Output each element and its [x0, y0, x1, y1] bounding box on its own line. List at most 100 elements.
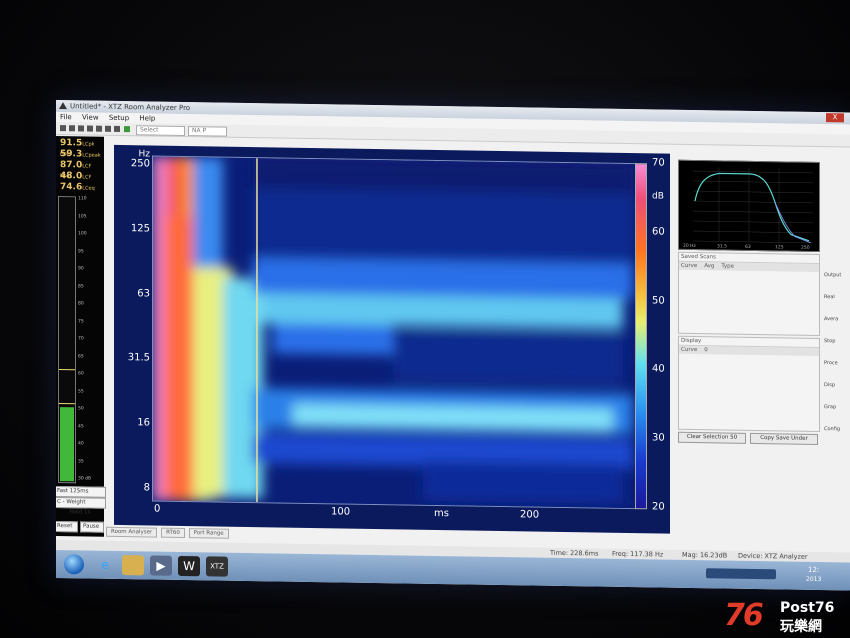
- spl-value: 74.6LCeq: [60, 182, 95, 193]
- save-icon[interactable]: [78, 125, 84, 132]
- meter-tick-label: 105: [78, 213, 87, 219]
- bottom-tabs: Room Analyser RT60 Port Range: [106, 526, 326, 540]
- colorbar-tick-label: 40: [652, 363, 665, 375]
- meter-tick-label: 90: [78, 266, 84, 272]
- y-tick-label: 31.5: [127, 352, 150, 364]
- saved-scans-list[interactable]: Saved Scans Curve Avg Type: [678, 251, 820, 337]
- spl-meter-fill: [60, 407, 74, 482]
- print-icon[interactable]: [87, 125, 93, 132]
- hold-label: Hold 1s: [69, 509, 91, 516]
- colorbar-tick-label: 50: [652, 294, 665, 307]
- meter-tick-label: 45: [78, 423, 84, 429]
- menu-setup[interactable]: Setup: [109, 114, 129, 122]
- start-button[interactable]: [64, 554, 84, 575]
- side-control-label[interactable]: Output: [824, 272, 841, 278]
- colorbar-tick-label: 70: [652, 157, 665, 169]
- status-mag: Mag: 16.23dB: [682, 550, 728, 560]
- watermark-chinese: 玩樂網: [780, 619, 822, 635]
- reset-button[interactable]: Reset: [56, 520, 78, 533]
- meter-tick-label: 65: [78, 353, 84, 359]
- xtz-taskbar-icon[interactable]: XTZ: [206, 556, 228, 577]
- copy-icon[interactable]: [105, 125, 111, 132]
- x-tick-label: 0: [154, 503, 161, 515]
- meter-tick-label: 70: [78, 336, 84, 342]
- right-panel: 20 Hz 31.5 63 125 250 Saved Scans Curve …: [678, 159, 820, 445]
- menu-help[interactable]: Help: [139, 114, 155, 122]
- weighting-select[interactable]: C - Weight: [56, 496, 106, 509]
- copy-save-button[interactable]: Copy Save Under: [750, 432, 818, 445]
- y-tick-label: 16: [137, 417, 150, 429]
- spl-reading: 87.0: [60, 160, 83, 171]
- side-control-label[interactable]: Config: [824, 426, 840, 432]
- side-control-label[interactable]: Avera: [824, 316, 838, 322]
- post76-watermark: 76 Post76 玩樂網: [724, 598, 850, 636]
- spl-value: 48.0LCF: [60, 171, 91, 181]
- side-control-label[interactable]: Disp: [824, 382, 835, 388]
- colorbar-unit: dB: [652, 191, 664, 202]
- colorbar-tick-label: 60: [652, 226, 665, 238]
- new-file-icon[interactable]: [60, 125, 66, 132]
- meter-tick-label: 35: [78, 458, 84, 464]
- display-list[interactable]: Display Curve 0: [678, 335, 820, 433]
- mini-x-label: 63: [745, 244, 751, 250]
- colorbar-ticks: 70 60 50 40 30 20: [114, 145, 670, 512]
- media-player-icon[interactable]: ▶: [150, 555, 172, 576]
- frequency-response-mini-chart[interactable]: 20 Hz 31.5 63 125 250: [678, 159, 820, 253]
- spl-reading: 91.5: [60, 138, 83, 149]
- spectrogram-plot[interactable]: [152, 155, 636, 510]
- watermark-post: Post76: [780, 600, 835, 616]
- spl-meter: [58, 196, 76, 484]
- side-control-label[interactable]: Stop: [824, 338, 835, 344]
- x-axis-label: ms: [434, 507, 449, 520]
- device-icon: [124, 126, 130, 133]
- col-type: Type: [721, 263, 735, 270]
- spl-reading: 48.0: [60, 171, 83, 182]
- menu-view[interactable]: View: [82, 113, 99, 121]
- pause-button[interactable]: Pause: [80, 521, 104, 533]
- menu-file[interactable]: File: [60, 113, 72, 121]
- spl-unit: LCF: [82, 174, 92, 181]
- y-axis-ticks: 250 125 63 31.5 16 8: [114, 145, 670, 493]
- spl-meter-scale: 110 105 100 95 90 85 80 75 70 65 60 55 50 45 40 35 30 dB: [78, 196, 102, 481]
- col-value: 0: [704, 347, 708, 354]
- xtz-logo-icon: [59, 102, 67, 110]
- col-curve: Curve: [681, 346, 698, 354]
- response-select[interactable]: Fast 125ms: [56, 485, 106, 498]
- device-select[interactable]: Select: [136, 125, 185, 137]
- close-button[interactable]: X: [826, 113, 844, 123]
- mode-select[interactable]: NA P: [188, 126, 227, 137]
- color-scale-bar: [635, 163, 647, 510]
- side-control-label[interactable]: Grap: [824, 404, 836, 410]
- x-tick-label: 200: [520, 509, 540, 521]
- side-control-label[interactable]: Proce: [824, 360, 838, 366]
- meter-tick-label: 100: [78, 231, 87, 237]
- x-axis-ticks: 0 100 200: [114, 145, 670, 521]
- open-file-icon[interactable]: [69, 125, 75, 132]
- y-tick-label: 125: [130, 222, 150, 235]
- tray-icons[interactable]: [706, 568, 776, 580]
- explorer-icon[interactable]: [122, 555, 144, 576]
- side-control-label[interactable]: Real: [824, 294, 835, 300]
- spl-unit: LCpeak: [82, 152, 101, 159]
- spl-panel: 91.5LCpk Hold 59.3LCpeak 87.0LCF Hold 48…: [56, 136, 106, 537]
- spl-reading: 59.3: [60, 149, 83, 160]
- meter-tick-label: 110: [78, 196, 87, 202]
- col-curve: Curve: [681, 262, 698, 270]
- mini-x-label: 250: [801, 245, 810, 251]
- app-icon[interactable]: W: [178, 555, 200, 577]
- meter-tick-label: 85: [78, 283, 84, 289]
- mini-x-label: 125: [775, 244, 784, 250]
- clock: 12:: [808, 565, 820, 574]
- x-tick-label: 100: [331, 506, 351, 518]
- meter-tick-label: 95: [78, 248, 84, 254]
- tab-rt60[interactable]: RT60: [161, 527, 185, 539]
- clear-selection-button[interactable]: Clear Selection 50: [678, 431, 746, 444]
- paste-icon[interactable]: [114, 125, 120, 133]
- meter-tick-label: 40: [78, 441, 84, 447]
- ie-icon[interactable]: e: [94, 555, 116, 575]
- tab-port-range[interactable]: Port Range: [188, 528, 229, 539]
- colorbar-tick-label: 30: [652, 432, 665, 444]
- tab-room-analyser[interactable]: Room Analyser: [106, 526, 158, 538]
- spl-reading: 74.6: [60, 182, 83, 193]
- cut-icon[interactable]: [96, 125, 102, 132]
